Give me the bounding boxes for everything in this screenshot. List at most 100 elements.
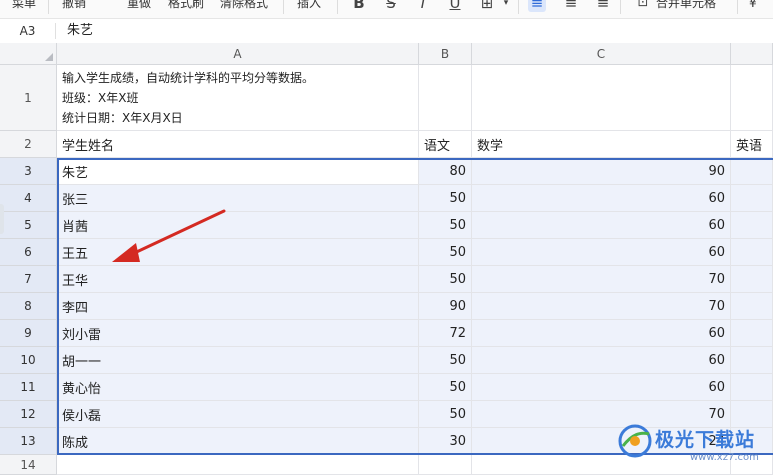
table-cell-name[interactable]: 刘小雷 (57, 320, 419, 347)
row-header[interactable]: 10 (0, 347, 57, 374)
table-cell[interactable] (419, 455, 472, 475)
table-cell-chinese[interactable]: 50 (419, 212, 472, 239)
table-cell-name[interactable]: 朱艺 (57, 158, 419, 185)
row-header[interactable]: 12 (0, 401, 57, 428)
column-header-a[interactable]: A (57, 43, 419, 65)
table-cell-math[interactable]: 70 (472, 293, 731, 320)
table-cell-math[interactable]: 70 (472, 401, 731, 428)
italic-icon[interactable]: I (414, 0, 432, 12)
table-cell-name[interactable]: 侯小磊 (57, 401, 419, 428)
underline-icon[interactable]: U (446, 0, 464, 12)
table-cell-chinese[interactable]: 72 (419, 320, 472, 347)
side-panel-handle[interactable] (0, 204, 4, 234)
border-icon[interactable]: ⊞ (478, 0, 496, 12)
table-cell-english[interactable] (731, 239, 773, 266)
row-header[interactable]: 3 (0, 158, 57, 185)
note-cell[interactable]: 输入学生成绩，自动统计学科的平均分等数据。 班级：X年X班 统计日期：X年X月X… (57, 65, 419, 131)
insert-button[interactable]: 插入 (297, 0, 321, 13)
select-all-corner[interactable] (0, 43, 57, 65)
table-cell-name[interactable]: 王华 (57, 266, 419, 293)
table-cell-chinese[interactable]: 90 (419, 293, 472, 320)
table-cell-chinese[interactable]: 50 (419, 347, 472, 374)
table-cell-math[interactable]: 60 (472, 347, 731, 374)
undo-button[interactable]: 撤销 (62, 0, 86, 13)
column-header-b[interactable]: B (419, 43, 472, 65)
note-line: 输入学生成绩，自动统计学科的平均分等数据。 (62, 71, 315, 85)
header-cell-chinese[interactable]: 语文 (419, 131, 472, 158)
table-cell-english[interactable] (731, 185, 773, 212)
note-line: 统计日期：X年X月X日 (62, 111, 183, 125)
align-right-icon[interactable]: ≡ (594, 0, 612, 12)
table-cell[interactable] (731, 65, 773, 131)
cell-reference-box[interactable]: A3 (0, 19, 55, 43)
table-cell-chinese[interactable]: 80 (419, 158, 472, 185)
table-cell-math[interactable]: 60 (472, 320, 731, 347)
formula-bar: A3 朱艺 (0, 19, 773, 44)
row-header[interactable]: 2 (0, 131, 57, 158)
merge-cells-button[interactable]: 合并单元格 (656, 0, 716, 13)
row-header[interactable]: 6 (0, 239, 57, 266)
clear-format-button[interactable]: 清除格式 (220, 0, 268, 13)
header-cell-english[interactable]: 英语 (731, 131, 773, 158)
table-cell-name[interactable]: 李四 (57, 293, 419, 320)
row-header[interactable]: 9 (0, 320, 57, 347)
toolbar-divider (283, 0, 284, 14)
table-cell[interactable] (57, 455, 419, 475)
table-cell-english[interactable] (731, 293, 773, 320)
table-cell-math[interactable]: 60 (472, 239, 731, 266)
table-cell-chinese[interactable]: 50 (419, 401, 472, 428)
toolbar-divider (337, 0, 338, 14)
row-header[interactable]: 5 (0, 212, 57, 239)
column-header-d[interactable] (731, 43, 773, 65)
toolbar-divider (48, 0, 49, 14)
formula-input[interactable]: 朱艺 (67, 19, 93, 43)
strikethrough-icon[interactable]: S (382, 0, 400, 12)
table-cell-english[interactable] (731, 320, 773, 347)
chevron-down-icon[interactable]: ▾ (497, 0, 515, 12)
align-center-icon[interactable]: ≡ (562, 0, 580, 12)
align-left-icon[interactable]: ≡ (528, 0, 546, 12)
table-cell-math[interactable]: 70 (472, 266, 731, 293)
redo-button[interactable]: 重做 (127, 0, 151, 13)
row-header[interactable]: 8 (0, 293, 57, 320)
table-cell-math[interactable]: 90 (472, 158, 731, 185)
table-cell-name[interactable]: 王五 (57, 239, 419, 266)
menu-button[interactable]: 菜单 (12, 0, 36, 13)
table-cell-name[interactable]: 黄心怡 (57, 374, 419, 401)
table-cell-chinese[interactable]: 50 (419, 239, 472, 266)
table-cell[interactable] (419, 65, 472, 131)
table-cell-english[interactable] (731, 401, 773, 428)
header-cell-name[interactable]: 学生姓名 (57, 131, 419, 158)
table-cell-english[interactable] (731, 347, 773, 374)
table-cell-chinese[interactable]: 30 (419, 428, 472, 455)
row-header[interactable]: 13 (0, 428, 57, 455)
table-cell-english[interactable] (731, 266, 773, 293)
table-cell-english[interactable] (731, 158, 773, 185)
header-cell-math[interactable]: 数学 (472, 131, 731, 158)
row-header[interactable]: 11 (0, 374, 57, 401)
format-painter-button[interactable]: 格式刷 (168, 0, 204, 13)
table-cell-english[interactable] (731, 374, 773, 401)
table-cell-math[interactable]: 60 (472, 374, 731, 401)
table-cell-name[interactable]: 张三 (57, 185, 419, 212)
table-cell-name[interactable]: 肖茜 (57, 212, 419, 239)
table-cell-english[interactable] (731, 212, 773, 239)
row-header[interactable]: 4 (0, 185, 57, 212)
table-cell-chinese[interactable]: 50 (419, 185, 472, 212)
watermark-text: 极光下载站 (655, 429, 756, 451)
row-header[interactable]: 14 (0, 455, 57, 475)
column-header-c[interactable]: C (472, 43, 731, 65)
table-cell-math[interactable]: 60 (472, 212, 731, 239)
table-cell-name[interactable]: 陈成 (57, 428, 419, 455)
table-cell-chinese[interactable]: 50 (419, 266, 472, 293)
table-cell[interactable] (472, 65, 731, 131)
row-header[interactable]: 1 (0, 65, 57, 131)
toolbar: 菜单 撤销 重做 格式刷 清除格式 插入 B S I U ⊞ ▾ ≡ ≡ ≡ ⊡… (0, 0, 773, 19)
table-cell-math[interactable]: 60 (472, 185, 731, 212)
merge-cells-icon[interactable]: ⊡ (634, 0, 652, 12)
table-cell-name[interactable]: 胡一一 (57, 347, 419, 374)
currency-format-button[interactable]: ¥ (749, 0, 757, 13)
bold-icon[interactable]: B (350, 0, 368, 12)
table-cell-chinese[interactable]: 50 (419, 374, 472, 401)
row-header[interactable]: 7 (0, 266, 57, 293)
